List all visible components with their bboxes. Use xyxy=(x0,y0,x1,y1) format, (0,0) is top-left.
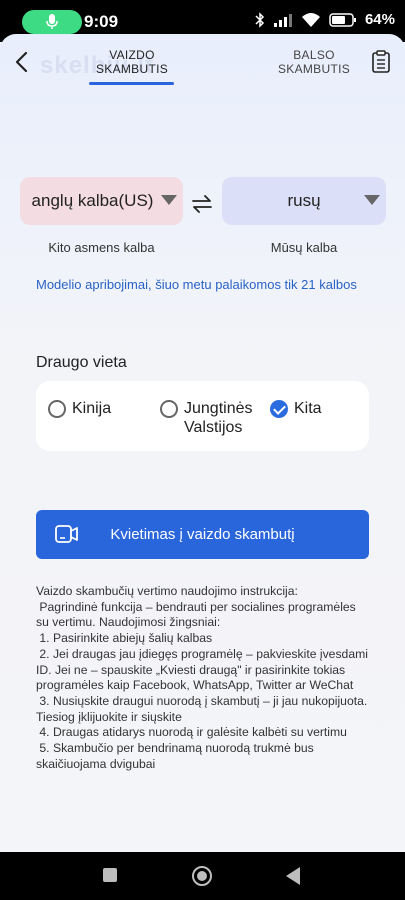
microphone-icon xyxy=(46,14,58,29)
tab-voice-call-label: BALSO SKAMBUTIS xyxy=(277,48,351,76)
our-language-caption: Mūsų kalba xyxy=(270,240,338,255)
video-camera-icon xyxy=(55,525,78,543)
chevron-down-icon xyxy=(364,195,380,205)
other-language-value: anglų kalba(US) xyxy=(31,191,154,210)
instructions-line: 3. Nusiųskite draugui nuorodą į skambutį… xyxy=(36,693,371,724)
radio-option-label: Jungtinės Valstijos xyxy=(184,400,253,436)
radio-option-china[interactable]: Kinija xyxy=(48,399,111,418)
signal-icon xyxy=(273,13,292,27)
model-limit-link[interactable]: Modelio apribojimai, šiuo metu palaikomo… xyxy=(36,277,357,292)
back-arrow-icon[interactable] xyxy=(10,50,34,74)
tab-video-call-label: VAIZDO SKAMBUTIS xyxy=(95,48,169,76)
instructions-line: 5. Skambučio per bendrinamą nuorodą truk… xyxy=(36,741,318,771)
wifi-icon xyxy=(301,12,320,27)
status-time: 9:09 xyxy=(84,12,119,31)
bluetooth-icon xyxy=(255,11,265,28)
radio-button[interactable] xyxy=(48,400,66,418)
battery-icon xyxy=(329,12,356,27)
chevron-down-icon xyxy=(161,195,177,205)
tab-video-call[interactable]: VAIZDO SKAMBUTIS xyxy=(92,48,172,76)
recent-apps-icon[interactable] xyxy=(103,868,117,882)
friend-location-card: Kinija Jungtinės Valstijos Kita xyxy=(36,381,369,451)
clipboard-list-icon[interactable] xyxy=(370,50,392,74)
swap-languages-icon[interactable] xyxy=(191,195,213,213)
our-language-value: rusų xyxy=(287,191,321,210)
tab-voice-call[interactable]: BALSO SKAMBUTIS xyxy=(274,48,354,76)
home-icon[interactable] xyxy=(192,866,212,886)
instructions-line: Vaizdo skambučių vertimo naudojimo instr… xyxy=(36,584,298,598)
invite-video-call-button[interactable]: Kvietimas į vaizdo skambutį xyxy=(36,510,369,559)
microphone-indicator xyxy=(22,10,82,34)
back-triangle-icon[interactable] xyxy=(286,867,300,885)
other-language-caption: Kito asmens kalba xyxy=(48,240,155,255)
radio-option-label: Kita xyxy=(294,400,322,417)
friend-location-title: Draugo vieta xyxy=(36,354,127,371)
instructions-line: 4. Draugas atidarys nuorodą ir galėsite … xyxy=(36,725,347,740)
invite-button-label: Kvietimas į vaizdo skambutį xyxy=(110,526,295,543)
radio-option-other[interactable]: Kita xyxy=(270,399,322,418)
battery-percent: 64% xyxy=(364,11,395,28)
radio-option-usa[interactable]: Jungtinės Valstijos xyxy=(160,399,253,437)
other-language-select[interactable]: anglų kalba(US) xyxy=(20,177,183,225)
active-tab-indicator xyxy=(89,82,174,85)
radio-button[interactable] xyxy=(160,400,178,418)
instructions-text: Vaizdo skambučių vertimo naudojimo instr… xyxy=(36,584,371,772)
navigation-bar xyxy=(0,852,405,900)
instructions-line: 1. Pasirinkite abiejų šalių kalbas xyxy=(36,631,213,646)
instructions-line: Pagrindinė funkcija – bendrauti per soci… xyxy=(36,599,360,630)
instructions-line: 2. Jei draugas jau įdiegęs programėlę – … xyxy=(36,646,372,693)
our-language-select[interactable]: rusų xyxy=(222,177,386,225)
radio-option-label: Kinija xyxy=(72,400,112,417)
radio-button-checked[interactable] xyxy=(270,400,288,418)
